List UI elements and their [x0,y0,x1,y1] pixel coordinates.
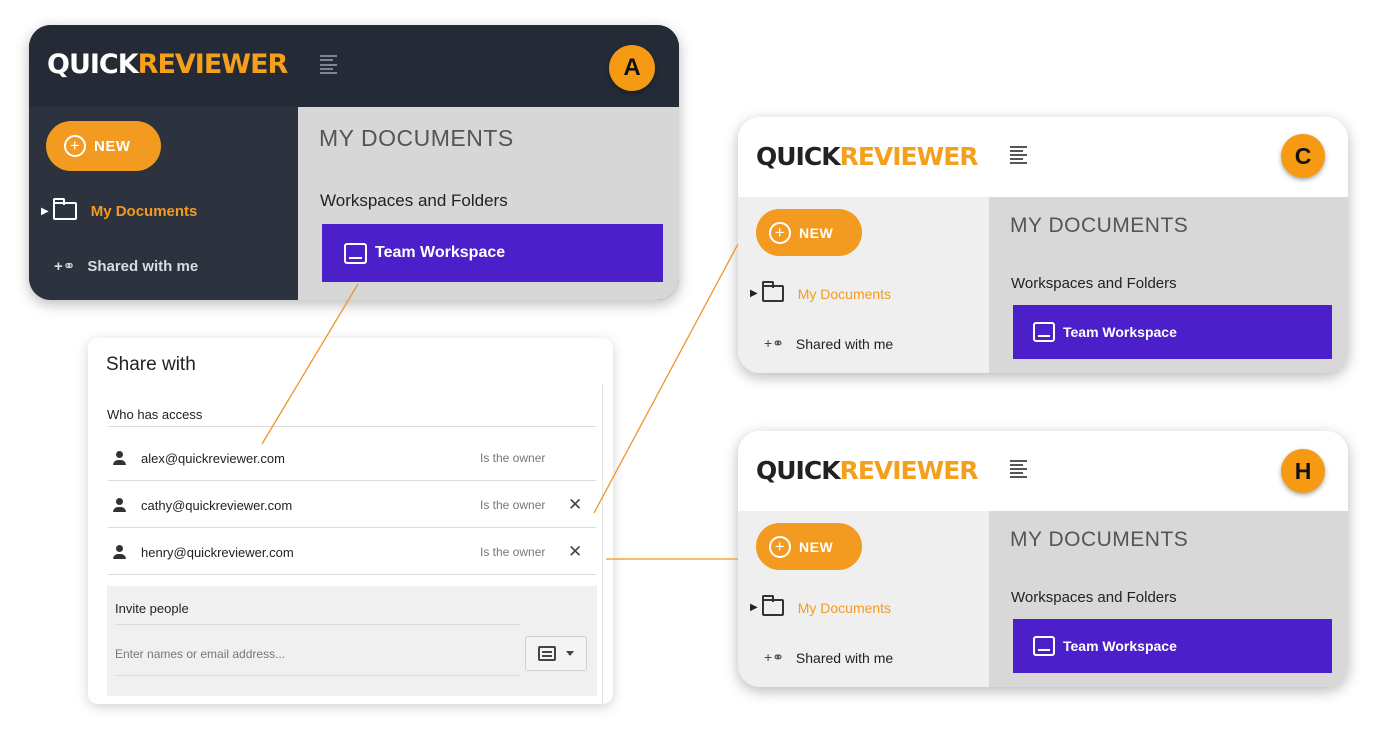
sidebar: + NEW ▶ My Documents +⚭ Shared with me [29,107,298,300]
app-header: QUICK REVIEWER C [738,117,1348,197]
access-email: cathy@quickreviewer.com [141,497,293,513]
plus-circle-icon: + [64,135,86,157]
add-people-icon: +⚭ [764,649,784,665]
menu-icon[interactable] [320,55,337,74]
person-icon [113,451,127,465]
sidebar-item-label: Shared with me [795,335,894,352]
badge-h: H [1281,449,1325,493]
workspace-label: Team Workspace [375,244,506,261]
sidebar-item-label: My Documents [797,599,892,616]
section-label: Workspaces and Folders [1011,275,1177,292]
folder-icon [52,198,77,220]
app-panel-h: QUICK REVIEWER H + NEW ▶ My Documents +⚭ … [738,431,1348,687]
person-icon [113,498,127,512]
team-workspace-item[interactable]: Team Workspace [322,224,663,282]
chevron-down-icon [566,651,574,656]
workspace-icon [1033,322,1055,342]
add-people-icon: +⚭ [764,335,784,351]
folder-icon [761,281,784,302]
app-header: QUICK REVIEWER A [29,25,679,107]
sidebar-item-shared[interactable]: +⚭ Shared with me [764,335,893,352]
menu-icon[interactable] [1010,146,1027,164]
main-content: MY DOCUMENTS Workspaces and Folders Team… [298,107,679,300]
sidebar-item-my-documents[interactable]: ▶ My Documents [750,281,892,302]
divider [115,624,520,625]
workspace-icon [1033,636,1055,656]
access-role: Is the owner [480,545,546,559]
workspace-icon [344,242,367,264]
sidebar-item-my-documents[interactable]: ▶ My Documents [41,198,198,220]
page-title: MY DOCUMENTS [1010,528,1189,551]
access-role: Is the owner [480,451,546,465]
dialog-title: Share with [106,354,196,375]
invite-input[interactable] [115,638,520,670]
access-row-cathy: cathy@quickreviewer.com Is the owner ✕ [108,482,596,528]
sidebar-item-label: Shared with me [795,649,894,666]
new-button[interactable]: + NEW [756,523,862,570]
new-button[interactable]: + NEW [756,209,862,256]
workspace-label: Team Workspace [1063,638,1177,654]
message-option-dropdown[interactable] [525,636,587,671]
new-button[interactable]: + NEW [46,121,161,171]
main-content: MY DOCUMENTS Workspaces and Folders Team… [989,511,1348,687]
divider [108,480,596,481]
sidebar-item-my-documents[interactable]: ▶ My Documents [750,595,892,616]
message-icon [538,646,556,661]
share-dialog: Share with Who has access alex@quickrevi… [88,338,613,704]
sidebar-item-label: Shared with me [87,257,199,275]
quickreviewer-logo[interactable]: QUICK REVIEWER [47,49,288,80]
menu-icon[interactable] [1010,460,1027,478]
section-label: Workspaces and Folders [320,191,508,210]
app-panel-a: QUICK REVIEWER A + NEW ▶ My Documents +⚭ … [29,25,679,300]
page-title: MY DOCUMENTS [1010,214,1189,237]
main-content: MY DOCUMENTS Workspaces and Folders Team… [989,197,1348,373]
divider [108,426,596,427]
section-label: Workspaces and Folders [1011,589,1177,606]
access-role: Is the owner [480,498,546,512]
quickreviewer-logo[interactable]: QUICK REVIEWER [756,456,979,485]
sidebar-item-label: My Documents [797,285,892,302]
person-icon [113,545,127,559]
invite-section: Invite people [107,586,597,696]
remove-access-icon[interactable]: ✕ [568,495,582,515]
scroll-divider [602,383,603,704]
sidebar-item-label: My Documents [90,202,198,220]
sidebar-item-shared[interactable]: +⚭ Shared with me [764,649,893,666]
expand-arrow-icon[interactable]: ▶ [750,602,758,613]
new-button-label: NEW [799,538,834,555]
access-row-alex: alex@quickreviewer.com Is the owner [108,435,596,481]
team-workspace-item[interactable]: Team Workspace [1013,305,1332,359]
quickreviewer-logo[interactable]: QUICK REVIEWER [756,142,979,171]
new-button-label: NEW [799,224,834,241]
team-workspace-item[interactable]: Team Workspace [1013,619,1332,673]
sidebar: + NEW ▶ My Documents +⚭ Shared with me [738,511,989,687]
new-button-label: NEW [94,137,131,155]
divider [108,574,596,575]
access-email: henry@quickreviewer.com [141,544,294,560]
divider [115,675,520,676]
remove-access-icon[interactable]: ✕ [568,542,582,562]
who-has-access-label: Who has access [107,407,203,422]
plus-circle-icon: + [769,221,791,244]
plus-circle-icon: + [769,535,791,558]
badge-a: A [609,45,655,91]
badge-c: C [1281,134,1325,178]
workspace-label: Team Workspace [1063,324,1177,340]
expand-arrow-icon[interactable]: ▶ [41,206,49,217]
divider [108,527,596,528]
access-email: alex@quickreviewer.com [141,450,285,466]
app-panel-c: QUICK REVIEWER C + NEW ▶ My Documents +⚭ … [738,117,1348,373]
app-header: QUICK REVIEWER H [738,431,1348,511]
invite-label: Invite people [115,601,189,616]
page-title: MY DOCUMENTS [319,125,514,151]
access-row-henry: henry@quickreviewer.com Is the owner ✕ [108,529,596,575]
sidebar-item-shared[interactable]: +⚭ Shared with me [54,257,199,276]
add-people-icon: +⚭ [54,258,76,275]
folder-icon [761,595,784,616]
sidebar: + NEW ▶ My Documents +⚭ Shared with me [738,197,989,373]
expand-arrow-icon[interactable]: ▶ [750,288,758,299]
